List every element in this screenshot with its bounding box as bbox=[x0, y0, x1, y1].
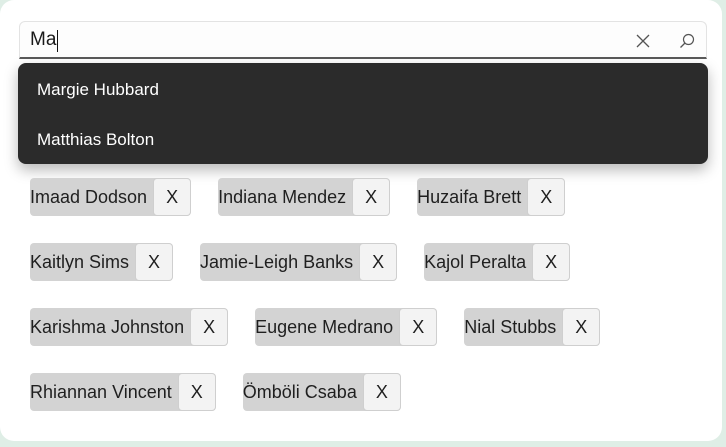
token-row: Karishma Johnston X Eugene Medrano X Nia… bbox=[30, 308, 700, 346]
token-row: Kaitlyn Sims X Jamie-Leigh Banks X Kajol… bbox=[30, 243, 700, 281]
token-label: Rhiannan Vincent bbox=[30, 381, 172, 402]
token-chip: Rhiannan Vincent X bbox=[30, 373, 216, 411]
search-icon bbox=[680, 33, 695, 48]
token-remove-button[interactable]: X bbox=[190, 308, 229, 346]
token-label: Eugene Medrano bbox=[255, 316, 394, 337]
token-label: Imaad Dodson bbox=[30, 186, 148, 207]
token-label: Kajol Peralta bbox=[424, 251, 527, 272]
token-label: Jamie-Leigh Banks bbox=[200, 251, 354, 272]
token-label: Ömböli Csaba bbox=[242, 381, 357, 402]
token-label: Indiana Mendez bbox=[218, 186, 347, 207]
suggestion-item[interactable]: Margie Hubbard bbox=[18, 65, 708, 115]
token-chip: Jamie-Leigh Banks X bbox=[200, 243, 398, 281]
suggestion-dropdown: Margie Hubbard Matthias Bolton bbox=[18, 63, 708, 164]
suggestion-item[interactable]: Matthias Bolton bbox=[18, 115, 708, 165]
token-chip: Ömböli Csaba X bbox=[242, 373, 401, 411]
token-remove-button[interactable]: X bbox=[352, 178, 391, 216]
token-remove-button[interactable]: X bbox=[527, 178, 566, 216]
clear-button[interactable] bbox=[630, 28, 656, 54]
token-list: Imaad Dodson X Indiana Mendez X Huzaifa … bbox=[30, 178, 700, 438]
token-remove-button[interactable]: X bbox=[362, 373, 401, 411]
token-label: Huzaifa Brett bbox=[417, 186, 522, 207]
token-label: Karishma Johnston bbox=[30, 316, 185, 337]
token-remove-button[interactable]: X bbox=[399, 308, 438, 346]
token-chip: Huzaifa Brett X bbox=[417, 178, 566, 216]
token-chip: Eugene Medrano X bbox=[255, 308, 438, 346]
token-chip: Karishma Johnston X bbox=[30, 308, 229, 346]
token-remove-button[interactable]: X bbox=[153, 178, 192, 216]
token-remove-button[interactable]: X bbox=[562, 308, 601, 346]
token-label: Nial Stubbs bbox=[464, 316, 557, 337]
search-button[interactable] bbox=[674, 28, 700, 54]
token-search-card: Margie Hubbard Matthias Bolton Imaad Dod… bbox=[0, 0, 722, 441]
token-chip: Kajol Peralta X bbox=[424, 243, 571, 281]
token-remove-button[interactable]: X bbox=[135, 243, 174, 281]
token-chip: Kaitlyn Sims X bbox=[30, 243, 174, 281]
token-remove-button[interactable]: X bbox=[359, 243, 398, 281]
token-chip: Indiana Mendez X bbox=[218, 178, 391, 216]
token-row: Rhiannan Vincent X Ömböli Csaba X bbox=[30, 373, 700, 411]
token-remove-button[interactable]: X bbox=[532, 243, 571, 281]
close-icon bbox=[636, 34, 650, 48]
text-caret bbox=[57, 30, 58, 52]
token-chip: Imaad Dodson X bbox=[30, 178, 192, 216]
search-input[interactable] bbox=[30, 26, 620, 54]
token-row: Imaad Dodson X Indiana Mendez X Huzaifa … bbox=[30, 178, 700, 216]
token-chip: Nial Stubbs X bbox=[464, 308, 601, 346]
token-remove-button[interactable]: X bbox=[177, 373, 216, 411]
token-label: Kaitlyn Sims bbox=[30, 251, 130, 272]
search-box[interactable] bbox=[19, 21, 707, 59]
